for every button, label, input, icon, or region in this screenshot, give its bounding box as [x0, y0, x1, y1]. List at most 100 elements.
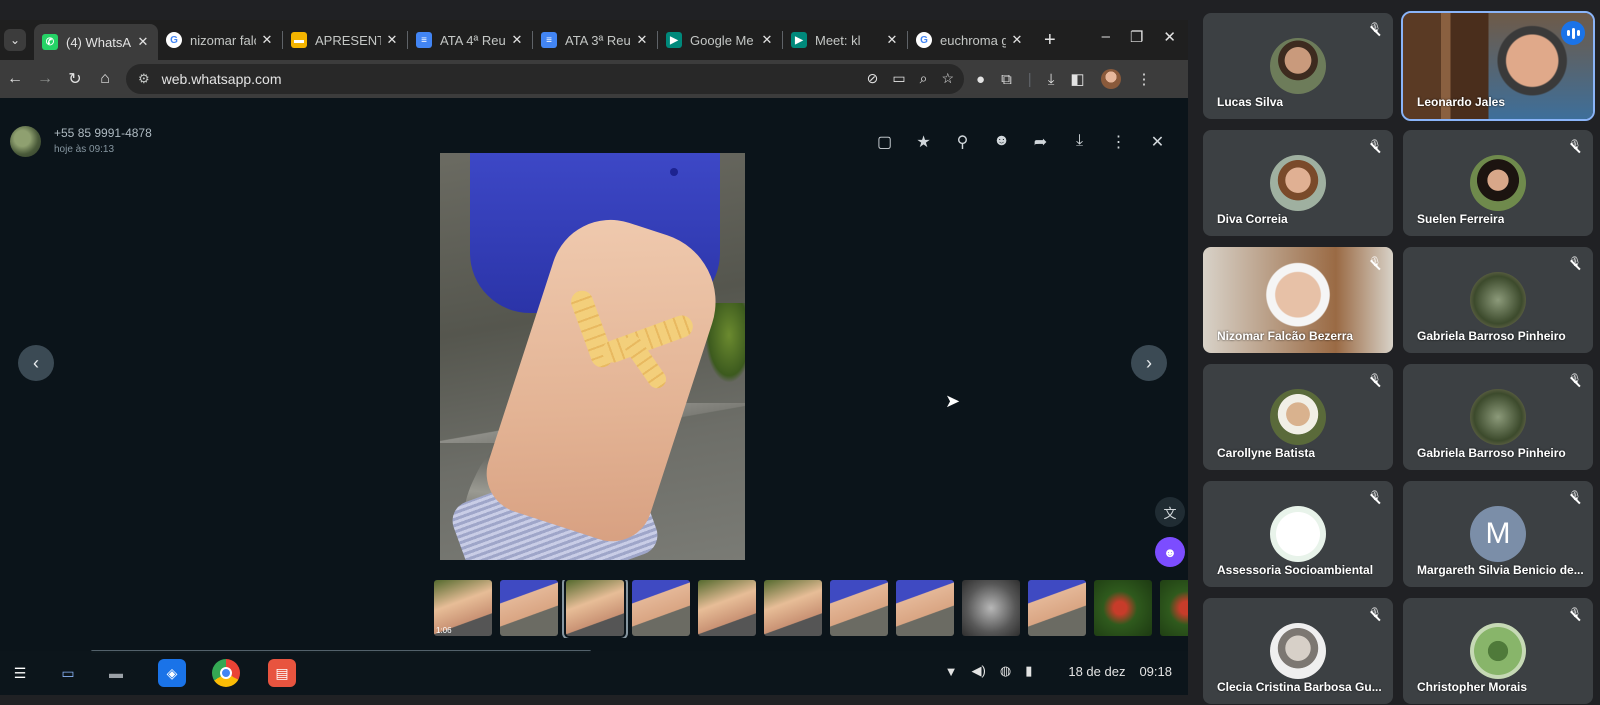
home-icon[interactable]: ⌂ — [90, 70, 120, 88]
assistant-icon[interactable]: ☻ — [1155, 537, 1185, 567]
participant-tile[interactable]: 🎙 Diva Correia — [1203, 130, 1393, 236]
participant-name: Carollyne Batista — [1217, 446, 1316, 460]
contact-avatar[interactable] — [10, 126, 41, 157]
media-thumbnail[interactable] — [1094, 580, 1152, 636]
play-store-icon[interactable]: ◈ — [158, 659, 186, 687]
tab-close-icon[interactable]: ✕ — [635, 32, 649, 48]
tab-close-icon[interactable]: ✕ — [385, 32, 399, 48]
screen-share: ⌄ ✆(4) WhatsA✕Gnizomar falc✕▬APRESENTA✕≡… — [0, 20, 1188, 695]
media-thumbnail[interactable] — [698, 580, 756, 636]
files-icon[interactable]: ▭ — [54, 659, 82, 687]
forward-icon[interactable]: → — [30, 70, 60, 88]
launcher-icon[interactable]: ☰ — [6, 659, 34, 687]
site-info-icon[interactable]: ⚙ — [138, 71, 150, 87]
media-thumbnail[interactable] — [1028, 580, 1086, 636]
participant-tile[interactable]: 🎙 Clecia Cristina Barbosa Gu... — [1203, 598, 1393, 704]
os-shelf: ☰ ▭ ▬ ◈ ▤ ▼ ◀) ◍ ▮ 18 de dez 09:18 — [0, 651, 1188, 695]
media-thumbnail[interactable] — [1160, 580, 1188, 636]
participant-tile[interactable]: M 🎙 Margareth Silvia Benicio de... — [1403, 481, 1593, 587]
tab-close-icon[interactable]: ✕ — [1010, 32, 1024, 48]
previous-media-icon[interactable]: ‹ — [18, 345, 54, 381]
tab-close-icon[interactable]: ✕ — [260, 32, 274, 48]
participant-name: Christopher Morais — [1417, 680, 1528, 694]
browser-tab[interactable]: Geuchroma g ✕ — [908, 24, 1032, 56]
browser-tab[interactable]: Gnizomar falc ✕ — [158, 24, 282, 56]
participant-name: Nizomar Falcão Bezerra — [1217, 329, 1354, 343]
media-thumbnail[interactable] — [962, 580, 1020, 636]
profile-avatar[interactable] — [1100, 69, 1121, 89]
react-emoji-icon[interactable]: ☻ — [993, 132, 1010, 152]
browser-tab[interactable]: ▶ Google Me ✕ — [658, 24, 782, 56]
chrome-icon[interactable] — [212, 659, 240, 687]
maximize-icon[interactable]: ❐ — [1130, 28, 1143, 46]
camera-blocked-icon[interactable]: ⊘ — [867, 70, 879, 87]
bookmark-star-icon[interactable]: ☆ — [941, 70, 954, 87]
go-to-message-icon[interactable]: ▢ — [876, 132, 893, 152]
mic-muted-icon: 🎙 — [1567, 140, 1583, 156]
browser-tab[interactable]: ≡ ATA 3ª Reu ✕ — [533, 24, 657, 56]
tab-close-icon[interactable]: ✕ — [760, 32, 774, 48]
participant-tile[interactable]: 🎙 Suelen Ferreira — [1403, 130, 1593, 236]
media-thumbnail[interactable] — [632, 580, 690, 636]
reload-icon[interactable]: ↻ — [60, 69, 90, 89]
meet-icon: ▶ — [666, 32, 682, 48]
chrome-menu-icon[interactable]: ⋮ — [1137, 70, 1152, 88]
mic-muted-icon: 🎙 — [1367, 608, 1383, 624]
folder-icon[interactable]: ▬ — [102, 659, 130, 687]
participant-tile[interactable]: Leonardo Jales — [1401, 11, 1595, 121]
participant-name: Diva Correia — [1217, 212, 1288, 226]
tab-close-icon[interactable]: ✕ — [136, 34, 150, 50]
zoom-icon[interactable]: ⌕ — [920, 70, 928, 87]
translate-icon[interactable]: 文 — [1155, 497, 1185, 527]
tab-label: ATA 4ª Reu — [440, 32, 506, 48]
participant-tile[interactable]: 🎙 Lucas Silva — [1203, 13, 1393, 119]
participant-tile[interactable]: 🎙 Christopher Morais — [1403, 598, 1593, 704]
participant-tile[interactable]: 🎙 Nizomar Falcão Bezerra — [1203, 247, 1393, 353]
slides-app-icon[interactable]: ▤ — [268, 659, 296, 687]
participant-tile[interactable]: 🎙 Carollyne Batista — [1203, 364, 1393, 470]
participant-name: Leonardo Jales — [1417, 95, 1506, 109]
docs-icon: ≡ — [541, 32, 557, 48]
download-icon[interactable]: ⤓ — [1048, 71, 1055, 88]
browser-tab[interactable]: ≡ ATA 4ª Reu ✕ — [408, 24, 532, 56]
side-panel-icon[interactable]: ◧ — [1070, 70, 1084, 88]
media-thumbnail-selected[interactable] — [562, 580, 628, 638]
address-bar[interactable]: ⚙ web.whatsapp.com ⊘ ▭ ⌕ ☆ — [126, 64, 964, 94]
mic-muted-icon: 🎙 — [1367, 374, 1383, 390]
star-icon[interactable]: ★ — [915, 132, 932, 152]
media-thumbnail[interactable] — [896, 580, 954, 636]
window-controls: – ❐ ✕ — [1102, 28, 1176, 46]
participant-tile[interactable]: 🎙 Gabriela Barroso Pinheiro — [1403, 364, 1593, 470]
media-thumbnail[interactable]: 1:06 — [434, 580, 492, 636]
browser-tab[interactable]: ▶ Meet: kl ✕ — [783, 24, 907, 56]
tab-search-icon[interactable]: ⌄ — [4, 29, 26, 51]
system-tray[interactable]: ▼ ◀) ◍ ▮ 18 de dez 09:18 — [945, 663, 1172, 679]
media-thumbnail[interactable] — [500, 580, 558, 636]
close-viewer-icon[interactable]: ✕ — [1149, 132, 1166, 152]
browser-tab[interactable]: ✆ (4) WhatsA ✕ — [34, 24, 158, 60]
extension-icon[interactable]: ● — [976, 71, 985, 88]
message-timestamp: hoje às 09:13 — [54, 144, 115, 155]
forward-icon[interactable]: ➦ — [1032, 132, 1049, 152]
download-media-icon[interactable]: ⤓ — [1071, 132, 1088, 152]
back-icon[interactable]: ← — [0, 70, 30, 88]
tab-label: (4) WhatsA — [66, 34, 132, 50]
browser-tab[interactable]: ▬ APRESENTA✕ — [283, 24, 407, 56]
next-media-icon[interactable]: › — [1131, 345, 1167, 381]
media-thumbnail[interactable] — [830, 580, 888, 636]
pin-icon[interactable]: ⚲ — [954, 132, 971, 152]
mic-muted-icon: 🎙 — [1567, 491, 1583, 507]
minimize-icon[interactable]: – — [1102, 28, 1110, 46]
participant-tile[interactable]: 🎙 Gabriela Barroso Pinheiro — [1403, 247, 1593, 353]
participant-tile[interactable]: 🎙 Assessoria Socioambiental — [1203, 481, 1393, 587]
extensions-puzzle-icon[interactable]: ⧉ — [1001, 71, 1012, 88]
close-window-icon[interactable]: ✕ — [1163, 28, 1176, 46]
new-tab-icon[interactable]: + — [1044, 29, 1056, 52]
tab-close-icon[interactable]: ✕ — [885, 32, 899, 48]
toolbar-divider: | — [1027, 70, 1032, 88]
media-thumbnail[interactable] — [764, 580, 822, 636]
cast-icon[interactable]: ▭ — [892, 70, 905, 87]
participant-name: Suelen Ferreira — [1417, 212, 1505, 226]
tab-close-icon[interactable]: ✕ — [510, 32, 524, 48]
more-options-icon[interactable]: ⋮ — [1110, 132, 1127, 152]
